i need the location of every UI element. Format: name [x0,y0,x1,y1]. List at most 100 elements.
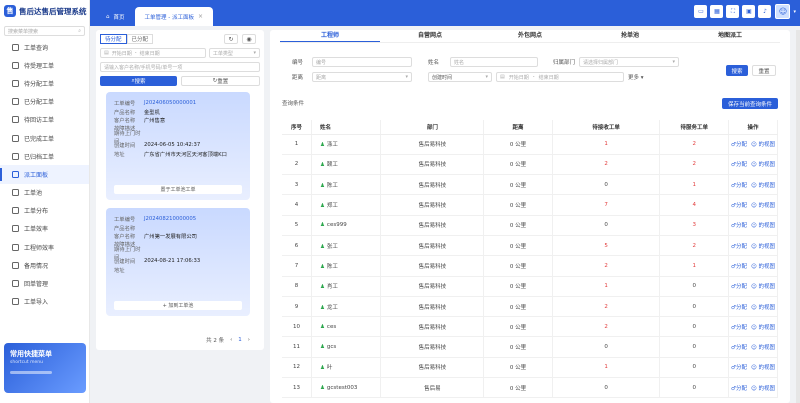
view-link[interactable]: ☺ 的视图 [751,325,775,331]
assign-link[interactable]: ♂分配 [731,223,747,229]
view-link[interactable]: ☺ 的视图 [751,203,775,209]
engineer-search-button[interactable]: 搜索 [726,65,748,76]
pending-receive-count: 0 [552,336,661,358]
card-field-label: 地址 [114,151,125,158]
assign-link[interactable]: ♂分配 [731,142,747,148]
tab-dispatch-panel[interactable]: 工单管理 - 派工面板 × [134,7,214,26]
tab-map-dispatch[interactable]: 地图派工 [680,30,780,42]
assign-link[interactable]: ♂分配 [731,386,747,392]
sidebar-item[interactable]: 已分配工单 [0,93,89,111]
chevron-down-icon[interactable]: ▾ [793,9,796,15]
sidebar-item[interactable]: 工单导入 [0,293,89,311]
sidebar-item[interactable]: 待受理工单 [0,56,89,74]
fullscreen-icon[interactable]: ⛶ [726,5,740,18]
sidebar-item[interactable]: 回单管理 [0,274,89,292]
sidebar-item[interactable]: 待分配工单 [0,74,89,92]
sidebar-item[interactable]: 派工面板 [0,165,89,184]
quick-menu-card[interactable]: 常用快捷菜单 shortcut menu [4,343,86,393]
more-filters-toggle[interactable]: 更多 ▾ [628,73,644,81]
sidebar-item[interactable]: 待回访工单 [0,111,89,129]
created-date-range[interactable]: ▤ 开始日期 - 结束日期 [496,72,624,82]
sidebar-item[interactable]: 已完成工单 [0,129,89,147]
date-range-input[interactable]: ▤ 开始日期 - 结束日期 [100,48,206,58]
engineer-dept: 售后易科技 [380,154,485,176]
bell-icon[interactable]: ♪ [758,5,772,18]
card-field-value[interactable]: J202406050000001 [144,100,196,106]
table-icon[interactable]: ▦ [710,5,724,18]
segment-assigned[interactable]: 已分配 [126,34,154,44]
sidebar-item[interactable]: 工程师效率 [0,238,89,256]
engineer-reset-button[interactable]: 重置 [752,65,776,76]
engineer-distance: 0 公里 [483,134,553,155]
search-button[interactable]: ⌕ 搜索 [100,76,177,86]
eye-icon[interactable]: ◉ [242,34,256,44]
assign-link[interactable]: ♂分配 [731,162,747,168]
card-action-button[interactable]: + 加到工单池 [114,301,242,310]
monitor-icon[interactable]: ▭ [694,5,708,18]
assign-link[interactable]: ♂分配 [731,305,747,311]
tab-home[interactable]: ⌂ 首页 [96,7,135,26]
view-link[interactable]: ☺ 的视图 [751,223,775,229]
assign-link[interactable]: ♂分配 [731,325,747,331]
dept-select[interactable]: 请选择归属部门 ▾ [579,57,680,67]
tab-grab-pool[interactable]: 抢单池 [580,30,680,42]
view-link[interactable]: ☺ 的视图 [751,142,775,148]
pending-receive-count: 2 [552,255,661,277]
view-link[interactable]: ☺ 的视图 [751,183,775,189]
segment-unassigned[interactable]: 待分配 [100,34,127,44]
pending-receive-count: 2 [552,316,661,338]
view-link[interactable]: ☺ 的视图 [751,264,775,270]
created-time-select[interactable]: 创建时间 ▾ [428,72,492,82]
sidebar-item[interactable]: 备用情况 [0,256,89,274]
assign-link[interactable]: ♂分配 [731,264,747,270]
assign-link[interactable]: ♂分配 [731,183,747,189]
row-actions: ♂分配 ☺ 的视图 [728,194,778,216]
view-link[interactable]: ☺ 的视图 [751,386,775,392]
card-action-button[interactable]: 置于工单池工单 [114,185,242,194]
current-page[interactable]: 1 [238,337,242,343]
next-page-icon[interactable]: › [248,337,250,343]
name-input[interactable]: 姓名 [450,57,538,67]
view-link[interactable]: ☺ 的视图 [751,345,775,351]
view-link[interactable]: ☺ 的视图 [751,305,775,311]
assign-link[interactable]: ♂分配 [731,365,747,371]
reset-button[interactable]: ↻ 重置 [181,76,260,86]
order-type-select[interactable]: 工单类型 ▾ [208,48,260,58]
menu-icon [12,152,19,160]
save-query-button[interactable]: 保存当前查询条件 [722,98,778,109]
assign-link[interactable]: ♂分配 [731,203,747,209]
sidebar-item[interactable]: 工单效率 [0,220,89,238]
order-card[interactable]: 工单编号 J202408210000005 产品名称 客户名称 广州第一发展有限公司 故障… [106,208,250,316]
tab-own-outlet[interactable]: 自营网点 [380,30,480,42]
row-index: 5 [282,215,312,236]
view-link[interactable]: ☺ 的视图 [751,244,775,250]
view-link[interactable]: ☺ 的视图 [751,284,775,290]
filter-buttons: ⌕ 搜索 ↻ 重置 [100,76,260,86]
pending-service-count: 2 [659,235,730,257]
refresh-icon[interactable]: ↻ [224,34,238,44]
lock-icon[interactable]: ▣ [742,5,756,18]
sidebar-item[interactable]: 工单分布 [0,202,89,220]
assign-link[interactable]: ♂分配 [731,244,747,250]
reset-button-label: 重置 [217,79,229,85]
view-link[interactable]: ☺ 的视图 [751,162,775,168]
keyword-input[interactable]: 请输入客户名称/手机号码/单号一项 [100,62,260,72]
sidebar-item[interactable]: 已归档工单 [0,147,89,165]
assign-link[interactable]: ♂分配 [731,345,747,351]
page-scrollbar[interactable] [796,30,800,403]
distance-select[interactable]: 距离 ▾ [312,72,412,82]
sidebar-item[interactable]: 工单查询 [0,38,89,56]
card-field-value[interactable]: J202408210000005 [144,216,196,222]
code-input[interactable]: 编号 [312,57,412,67]
avatar[interactable]: ☺ [775,4,791,19]
view-link[interactable]: ☺ 的视图 [751,365,775,371]
assign-link[interactable]: ♂分配 [731,284,747,290]
sidebar-item[interactable]: 工单池 [0,184,89,202]
tab-outsource-outlet[interactable]: 外包网点 [480,30,580,42]
tab-engineer[interactable]: 工程师 [280,30,380,42]
prev-page-icon[interactable]: ‹ [230,337,232,343]
sidebar-search-input[interactable]: 搜索菜单搜索 ⌕ [4,26,85,36]
close-icon[interactable]: × [198,13,203,20]
sidebar-item-label: 工单效率 [24,226,49,234]
order-card[interactable]: 工单编号 J202406050000001 产品名称 金型机 客户名称 广州售意 故障描述期… [106,92,250,200]
